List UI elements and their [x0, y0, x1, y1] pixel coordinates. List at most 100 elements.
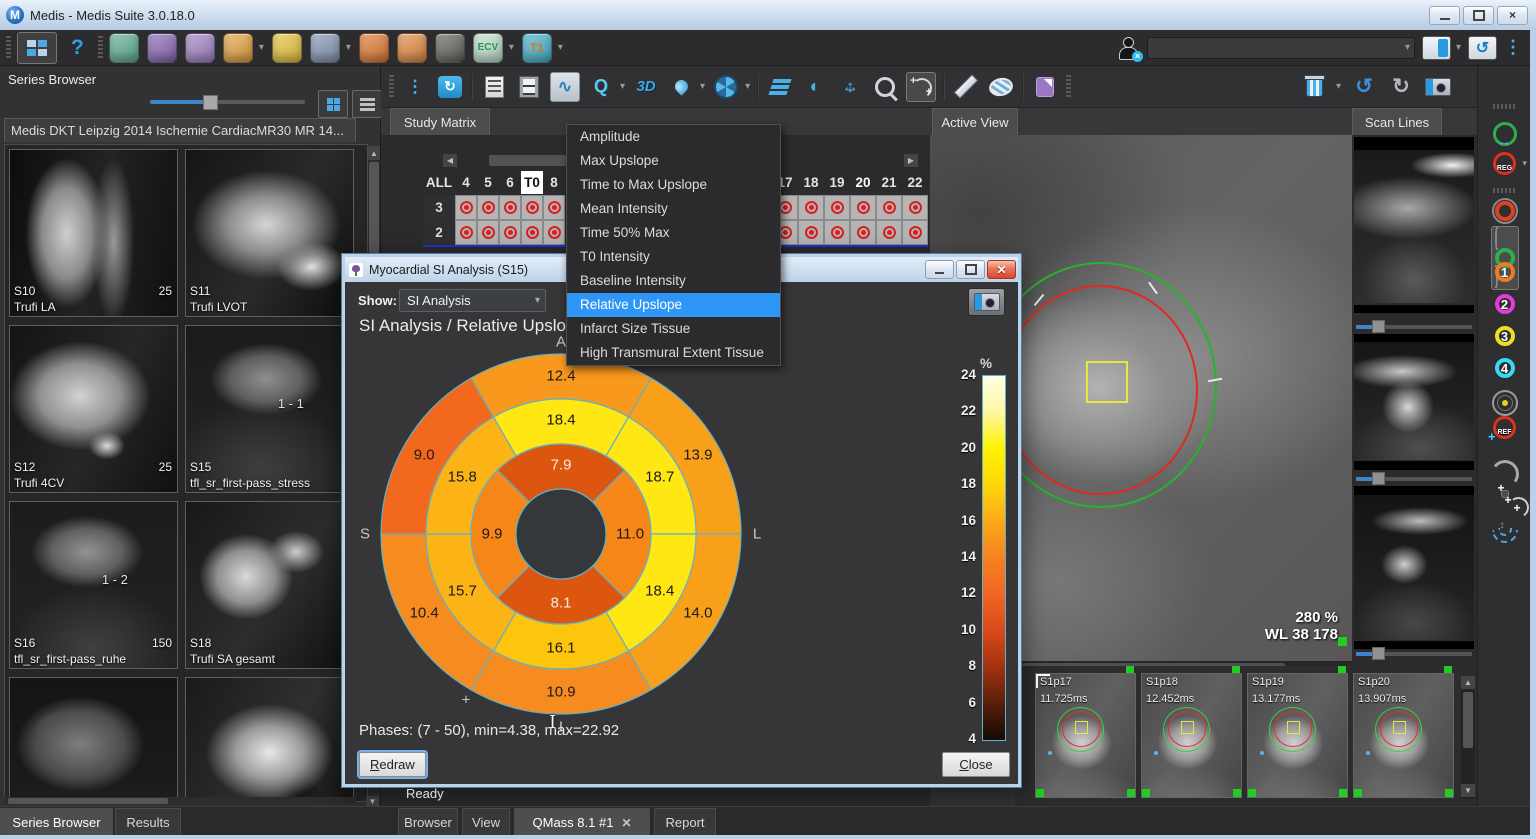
contour-draw-icon[interactable]	[987, 73, 1015, 101]
redo-icon[interactable]: ↻	[1387, 73, 1415, 101]
scroll-right-icon[interactable]: ▶	[904, 154, 918, 167]
matrix-column-21[interactable]: 21	[876, 171, 902, 194]
matrix-cell[interactable]	[850, 195, 876, 220]
sheet-icon[interactable]	[1031, 73, 1059, 101]
contour-2-button[interactable]: 2	[1478, 294, 1531, 314]
chevron-down-icon[interactable]: ▾	[259, 42, 264, 53]
show-combobox[interactable]: SI Analysis ▾	[399, 289, 546, 312]
scroll-up-icon[interactable]: ▲	[1461, 676, 1475, 689]
app-tile-orange-b[interactable]	[397, 33, 427, 63]
app-tile-avatar[interactable]	[435, 33, 465, 63]
app-tile-orange-a[interactable]	[359, 33, 389, 63]
matrix-cell[interactable]	[455, 195, 477, 220]
matrix-cell[interactable]	[499, 195, 521, 220]
matrix-column-t0[interactable]: T0	[521, 171, 543, 194]
zoom-icon[interactable]	[871, 73, 899, 101]
save-layout-icon[interactable]	[1422, 36, 1451, 60]
wizard-icon[interactable]	[667, 73, 695, 101]
matrix-row-2[interactable]: 2	[423, 220, 455, 245]
dialog-snapshot-button[interactable]	[968, 288, 1005, 316]
segment-model-icon[interactable]	[712, 73, 740, 101]
endo-contour-button[interactable]	[1478, 198, 1531, 224]
menu-item-max-upslope[interactable]: Max Upslope	[567, 149, 780, 173]
matrix-cell[interactable]	[824, 220, 850, 245]
matrix-cell[interactable]	[477, 220, 499, 245]
centerpoint-button[interactable]	[1478, 390, 1531, 416]
scan-slider-handle[interactable]	[1372, 647, 1385, 660]
chevron-down-icon[interactable]: ▾	[1456, 42, 1461, 53]
grid-view-button[interactable]	[318, 90, 348, 118]
scroll-up-icon[interactable]: ▲	[368, 146, 380, 160]
menu-item-t0-intensity[interactable]: T0 Intensity	[567, 245, 780, 269]
close-study-icon[interactable]: ×	[1116, 36, 1140, 60]
study-tab[interactable]: Medis DKT Leipzig 2014 Ischemie CardiacM…	[4, 118, 356, 142]
app-tab-report[interactable]: Report	[654, 808, 716, 836]
matrix-column-all[interactable]: ALL	[423, 171, 455, 194]
qflow-icon[interactable]: Q	[587, 73, 615, 101]
matrix-cell[interactable]	[521, 195, 543, 220]
chevron-down-icon[interactable]: ▾	[745, 81, 750, 92]
matrix-cell[interactable]	[824, 195, 850, 220]
matrix-hscroll-thumb[interactable]	[489, 155, 567, 166]
menu-item-amplitude[interactable]: Amplitude	[567, 125, 780, 149]
app-tile-amber-film[interactable]	[223, 33, 253, 63]
app-tile-yellow-tulip[interactable]	[272, 33, 302, 63]
panel-tab-results[interactable]: Results	[115, 808, 181, 836]
menu-item-time-to-max-upslope[interactable]: Time to Max Upslope	[567, 173, 780, 197]
view-3d-icon[interactable]: 3D	[632, 73, 660, 101]
registration-sync-icon[interactable]: ↔	[1478, 122, 1531, 146]
menu-item-high-transmural-extent-tissue[interactable]: High Transmural Extent Tissue	[567, 341, 780, 365]
matrix-cell[interactable]	[477, 195, 499, 220]
thumbnail-hscrollbar[interactable]	[4, 797, 356, 805]
report-view-icon[interactable]	[480, 73, 508, 101]
dialog-close-button[interactable]: ✕	[987, 260, 1016, 279]
app-tab-view[interactable]: View	[462, 808, 510, 836]
filmstrip-view-icon[interactable]	[515, 73, 543, 101]
matrix-cell[interactable]	[798, 220, 824, 245]
chevron-down-icon[interactable]: ▾	[620, 81, 625, 92]
panel-tab-series-browser[interactable]: Series Browser	[0, 808, 113, 836]
series-thumbnail-s11[interactable]: S11Trufi LVOT	[185, 149, 354, 317]
scan-line-image[interactable]	[1354, 495, 1474, 640]
tab-active-view[interactable]: Active View	[932, 108, 1018, 135]
matrix-column-20[interactable]: 20	[850, 171, 876, 194]
matrix-column-6[interactable]: 6	[499, 171, 521, 194]
scan-line-image[interactable]	[1354, 342, 1474, 460]
menu-item-baseline-intensity[interactable]: Baseline Intensity	[567, 269, 780, 293]
app-tile-ecv[interactable]: ECV	[473, 33, 503, 63]
pan-icon[interactable]	[836, 73, 864, 101]
menu-item-infarct-size-tissue[interactable]: Infarct Size Tissue	[567, 317, 780, 341]
matrix-column-18[interactable]: 18	[798, 171, 824, 194]
matrix-cell[interactable]	[902, 195, 928, 220]
matrix-row-3[interactable]: 3	[423, 195, 455, 220]
chevron-down-icon[interactable]: ▾	[1522, 158, 1527, 169]
phase-thumbnail-s1p19[interactable]: S1p1913.177ms	[1247, 673, 1348, 798]
filmstrip-scrollbar[interactable]: ▲▼	[1461, 676, 1475, 799]
toolbar-grip-2[interactable]	[1066, 75, 1071, 99]
list-view-button[interactable]	[352, 90, 382, 118]
spline-tool-button[interactable]: +++	[1478, 490, 1531, 498]
registration-button[interactable]: REG▾	[1478, 152, 1531, 175]
scan-slider-handle[interactable]	[1372, 320, 1385, 333]
matrix-cell[interactable]	[876, 220, 902, 245]
scroll-thumb[interactable]	[1463, 692, 1473, 748]
chevron-down-icon[interactable]: ▾	[509, 42, 514, 53]
menu-item-time-50-max[interactable]: Time 50% Max	[567, 221, 780, 245]
chevron-down-icon[interactable]: ▾	[558, 42, 563, 53]
matrix-cell[interactable]	[543, 195, 565, 220]
matrix-column-4[interactable]: 4	[455, 171, 477, 194]
chevron-down-icon[interactable]: ▾	[700, 81, 705, 92]
scan-line-image[interactable]	[1354, 150, 1474, 303]
reference-button[interactable]: REF+	[1478, 416, 1531, 439]
matrix-cell[interactable]	[499, 220, 521, 245]
scroll-down-icon[interactable]: ▼	[1461, 784, 1475, 797]
series-thumbnail-s16[interactable]: 1 - 2S16150tfl_sr_first-pass_ruhe	[9, 501, 178, 669]
app-tile-violet-sheets[interactable]	[185, 33, 215, 63]
menu-item-relative-upslope[interactable]: Relative Upslope	[567, 293, 780, 317]
chevron-down-icon[interactable]: ▾	[1336, 81, 1341, 92]
thumbnail-size-slider-handle[interactable]	[203, 95, 218, 110]
toolbar-grip-1[interactable]	[389, 75, 394, 99]
snapshot-icon[interactable]	[1424, 73, 1452, 101]
series-thumbnail[interactable]	[9, 677, 178, 802]
matrix-cell[interactable]	[521, 220, 543, 245]
